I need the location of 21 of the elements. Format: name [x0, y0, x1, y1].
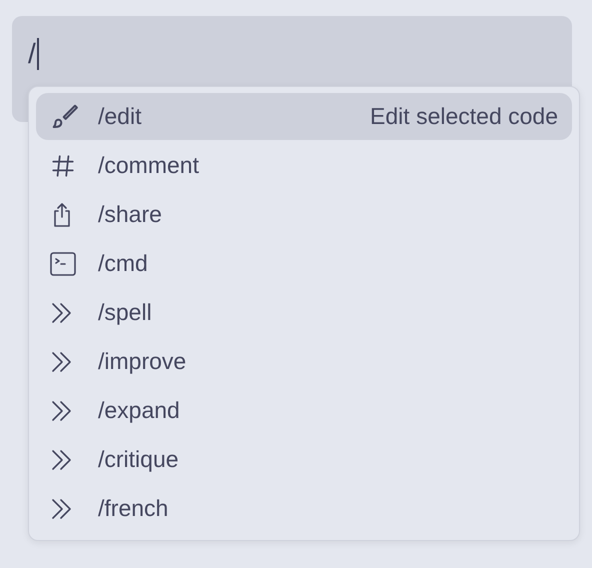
- command-label: /spell: [98, 299, 153, 326]
- double-chevron-icon: [50, 496, 74, 520]
- menu-item[interactable]: /improve: [36, 338, 572, 385]
- command-label: /improve: [98, 348, 188, 375]
- menu-item[interactable]: /edit Edit selected code: [36, 93, 572, 140]
- menu-item[interactable]: /expand: [36, 387, 572, 434]
- menu-item[interactable]: /cmd: [36, 240, 572, 287]
- menu-item[interactable]: /critique: [36, 436, 572, 483]
- menu-item[interactable]: /share: [36, 191, 572, 238]
- terminal-icon: [50, 252, 76, 276]
- input-value: /: [28, 38, 39, 70]
- command-label: /expand: [98, 397, 181, 424]
- command-label: /comment: [98, 152, 200, 179]
- command-label: /french: [98, 495, 170, 522]
- hash-icon: [50, 152, 76, 178]
- menu-item[interactable]: /comment: [36, 142, 572, 189]
- command-label: /share: [98, 201, 163, 228]
- menu-item[interactable]: /french: [36, 485, 572, 532]
- command-label: /critique: [98, 446, 180, 473]
- command-label: /cmd: [98, 250, 149, 277]
- menu-item[interactable]: /spell: [36, 289, 572, 336]
